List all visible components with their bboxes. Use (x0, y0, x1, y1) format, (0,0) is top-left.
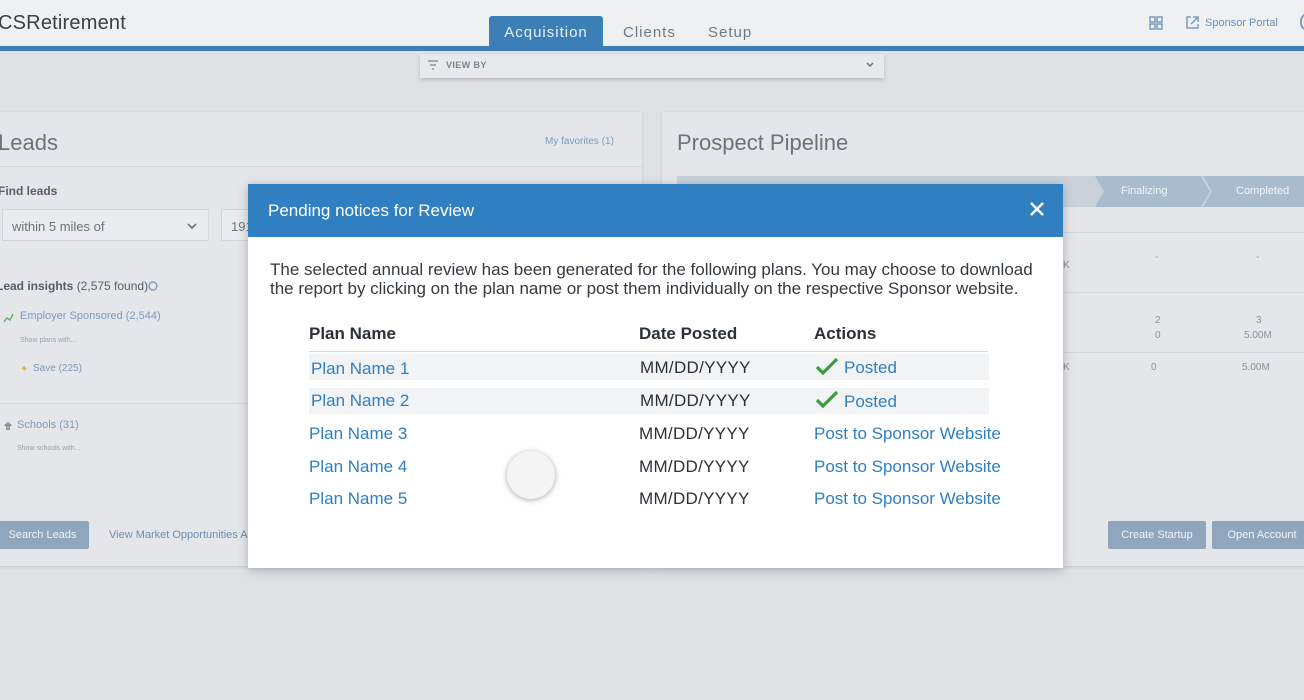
plan-name-link[interactable]: Plan Name 5 (309, 489, 407, 509)
plan-name-link[interactable]: Plan Name 2 (311, 391, 409, 411)
search-leads-button[interactable]: Search Leads (0, 521, 89, 549)
column-header-date-posted: Date Posted (639, 324, 738, 343)
employer-icon (3, 313, 14, 323)
tab-setup[interactable]: Setup (708, 16, 752, 48)
close-icon[interactable] (1029, 201, 1045, 217)
lead-insights-label: Lead insights (0, 279, 74, 293)
pipeline-value: - (1155, 252, 1159, 263)
stage-completed-label: Completed (1236, 185, 1290, 197)
pipeline-value: - (1256, 252, 1260, 263)
chevron-down-icon (187, 223, 197, 230)
pipeline-value: 5.00M (1244, 330, 1272, 341)
post-to-sponsor-website-link[interactable]: Post to Sponsor Website (814, 489, 1001, 509)
posted-status: Posted (844, 392, 897, 411)
grid-icon[interactable] (1149, 16, 1163, 30)
date-posted: MM/DD/YYYY (640, 391, 751, 410)
pipeline-value: K (1063, 260, 1070, 271)
tab-clients[interactable]: Clients (623, 16, 676, 48)
view-by-label: VIEW BY (446, 60, 487, 70)
plan-name-link[interactable]: Plan Name 4 (309, 457, 407, 477)
post-to-sponsor-website-link[interactable]: Post to Sponsor Website (814, 424, 1001, 444)
find-leads-label: Find leads (0, 184, 58, 198)
modal-title: Pending notices for Review (268, 201, 475, 220)
leads-title: Leads (0, 130, 58, 155)
plan-name-link[interactable]: Plan Name 3 (309, 424, 407, 444)
modal-description: The selected annual review has been gene… (270, 260, 1033, 298)
filter-icon (428, 60, 438, 70)
view-by-dropdown[interactable]: VIEW BY (420, 54, 884, 78)
date-posted: MM/DD/YYYY (639, 489, 750, 508)
my-favorites-link[interactable]: My favorites (1) (545, 136, 614, 147)
date-posted: MM/DD/YYYY (639, 424, 750, 443)
modal-header: Pending notices for Review (248, 184, 1063, 237)
sponsor-portal-link[interactable]: Sponsor Portal (1205, 17, 1278, 29)
lead-insights: Lead insights (2,575 found) (0, 279, 148, 293)
posted-status: Posted (844, 358, 897, 377)
pipeline-value: 2 (1155, 315, 1161, 326)
school-icon (4, 422, 12, 430)
date-posted: MM/DD/YYYY (640, 358, 751, 377)
touch-cursor (507, 451, 555, 499)
check-icon (815, 390, 839, 409)
post-to-sponsor-website-link[interactable]: Post to Sponsor Website (814, 457, 1001, 477)
show-plans-note: Show plans with... (20, 337, 77, 344)
open-account-button[interactable]: Open Account (1212, 521, 1304, 549)
user-avatar[interactable] (1300, 14, 1304, 30)
pending-notices-modal: Pending notices for Review The selected … (248, 184, 1063, 568)
star-icon: ✦ (20, 364, 29, 375)
column-header-plan-name: Plan Name (309, 324, 396, 343)
chevron-down-icon (866, 62, 874, 68)
column-header-actions: Actions (814, 324, 877, 343)
divider (0, 166, 642, 167)
stage-finalizing-label: Finalizing (1121, 185, 1168, 197)
plan-name-link[interactable]: Plan Name 1 (311, 359, 409, 379)
date-posted: MM/DD/YYYY (639, 457, 750, 476)
save-link[interactable]: Save (225) (33, 363, 82, 374)
pipeline-value: 3 (1256, 315, 1262, 326)
header-divider (309, 351, 988, 352)
info-icon[interactable] (148, 281, 158, 291)
tab-acquisition[interactable]: Acquisition (489, 16, 603, 48)
distance-select[interactable]: within 5 miles of (2, 209, 209, 241)
pipeline-value: 0 (1151, 362, 1157, 373)
pipeline-value: 5.00M (1242, 362, 1270, 373)
app-logo[interactable]: CSRetirement (0, 12, 126, 35)
view-market-opportunities-link[interactable]: View Market Opportunities A (109, 529, 248, 541)
pipeline-title: Prospect Pipeline (677, 130, 849, 155)
lead-insights-count: (2,575 found) (76, 279, 149, 293)
check-icon (815, 357, 839, 376)
pipeline-value: 0 (1155, 330, 1161, 341)
employer-sponsored-link[interactable]: Employer Sponsored (2,544) (20, 310, 161, 322)
create-startup-button[interactable]: Create Startup (1108, 521, 1206, 549)
external-link-icon[interactable] (1185, 15, 1200, 30)
schools-link[interactable]: Schools (31) (17, 419, 79, 431)
distance-select-value: within 5 miles of (12, 219, 105, 234)
pipeline-value: K (1063, 362, 1070, 373)
show-schools-note: Show schools with... (17, 445, 81, 452)
